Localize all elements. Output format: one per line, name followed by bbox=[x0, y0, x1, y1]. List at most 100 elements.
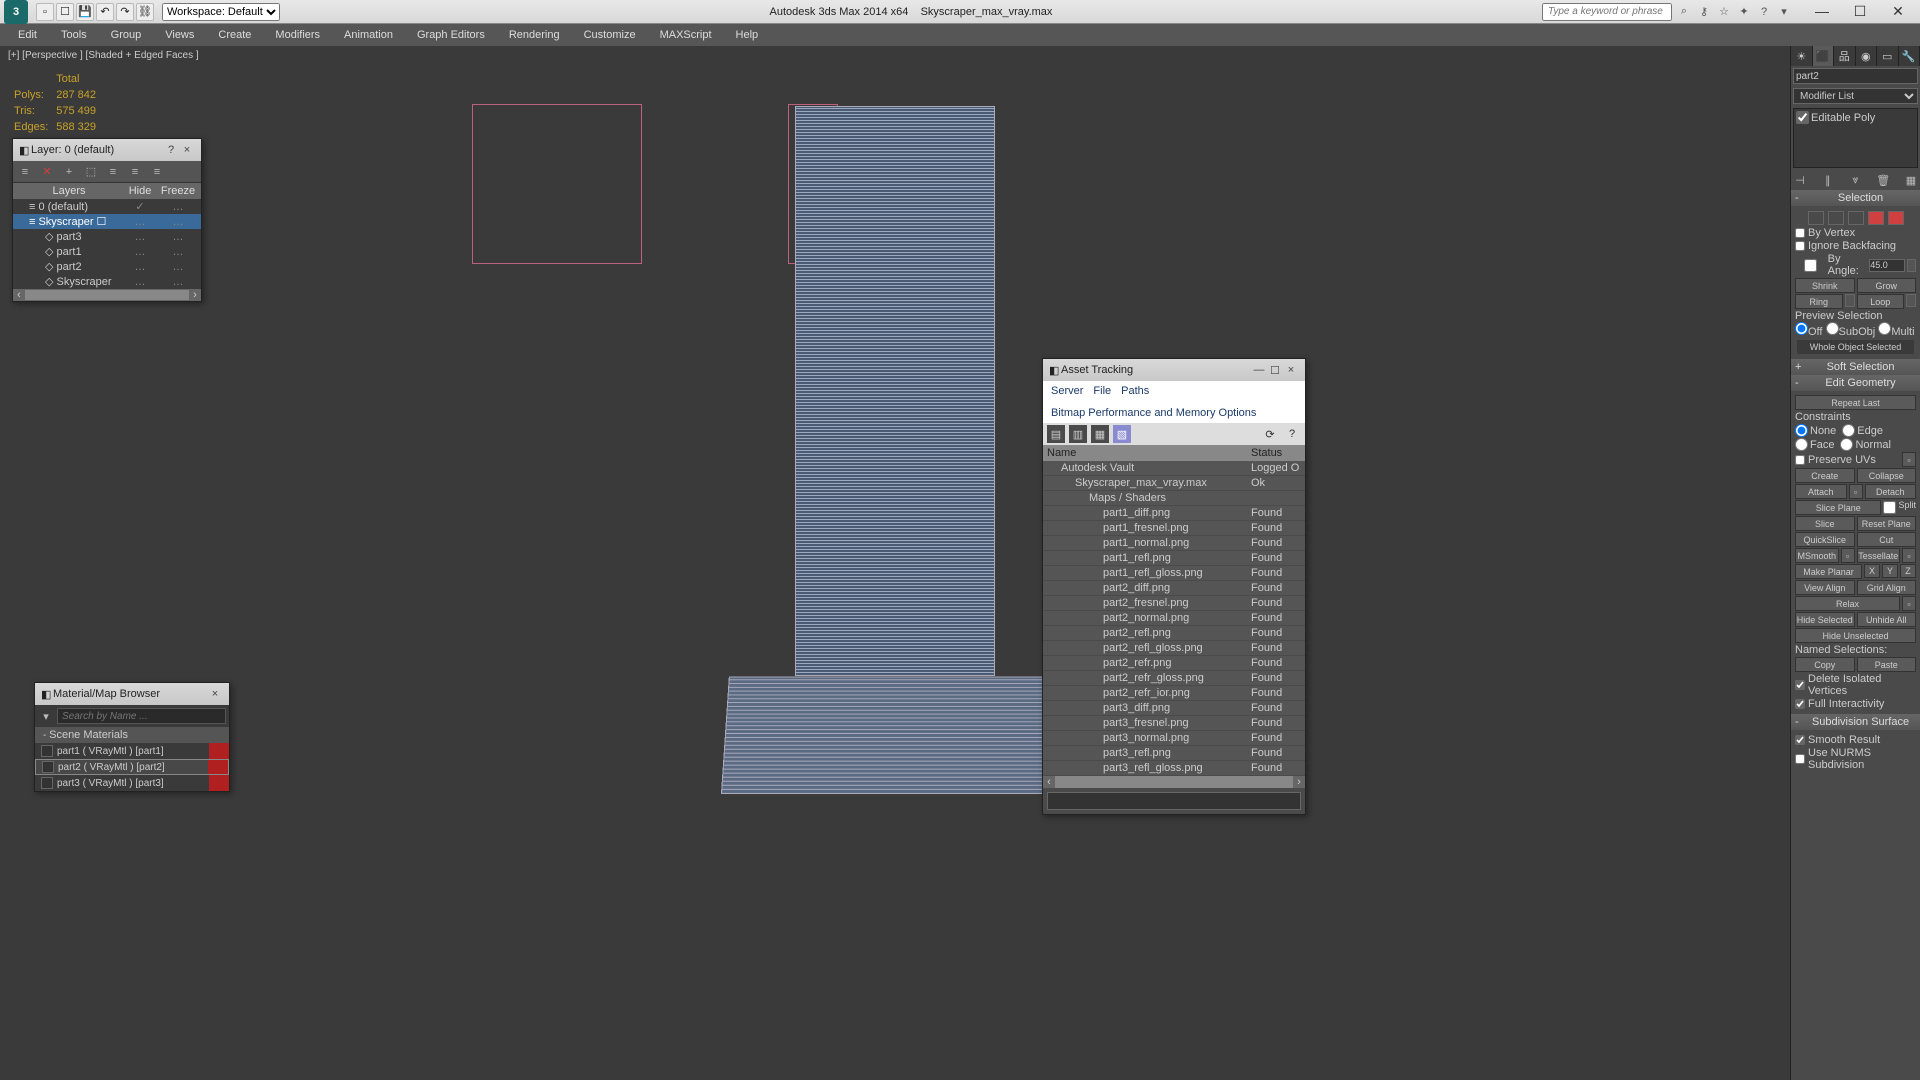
quickslice-button[interactable]: QuickSlice bbox=[1795, 532, 1855, 547]
modify-tab-icon[interactable]: ⬛ bbox=[1813, 46, 1835, 66]
asset-menu-item[interactable]: File bbox=[1093, 385, 1111, 397]
utilities-tab-icon[interactable]: 🔧 bbox=[1899, 46, 1920, 66]
skyscraper-model[interactable] bbox=[725, 106, 1065, 794]
use-nurms-check[interactable] bbox=[1795, 754, 1805, 764]
stack-item-toggle[interactable] bbox=[1796, 111, 1809, 124]
layer-row[interactable]: ≡ Skyscraper ☐…… bbox=[13, 214, 201, 229]
constraint-none-radio[interactable] bbox=[1795, 424, 1808, 437]
asset-menu-item[interactable]: Server bbox=[1051, 385, 1083, 397]
ignore-backfacing-check[interactable] bbox=[1795, 241, 1805, 251]
preview-off-radio[interactable] bbox=[1795, 322, 1808, 335]
hide-selected-button[interactable]: Hide Selected bbox=[1795, 612, 1855, 627]
material-row[interactable]: part2 ( VRayMtl ) [part2] bbox=[35, 759, 229, 775]
asset-row[interactable]: Autodesk VaultLogged O bbox=[1043, 461, 1305, 476]
asset-row[interactable]: part2_refr.pngFound bbox=[1043, 656, 1305, 671]
asset-hscroll[interactable]: ‹› bbox=[1043, 776, 1305, 788]
asset-row[interactable]: part2_refl_gloss.pngFound bbox=[1043, 641, 1305, 656]
soft-selection-rollout[interactable]: +Soft Selection bbox=[1791, 359, 1920, 375]
asset-row[interactable]: part2_diff.pngFound bbox=[1043, 581, 1305, 596]
scene-materials-header[interactable]: - Scene Materials bbox=[35, 727, 229, 743]
material-row[interactable]: part1 ( VRayMtl ) [part1] bbox=[35, 743, 229, 759]
asset-row[interactable]: part1_refl_gloss.pngFound bbox=[1043, 566, 1305, 581]
star-icon[interactable]: ☆ bbox=[1716, 4, 1732, 20]
modifier-list-select[interactable]: Modifier List bbox=[1793, 88, 1918, 104]
qat-redo-icon[interactable]: ↷ bbox=[116, 3, 134, 21]
asset-row[interactable]: part3_diff.pngFound bbox=[1043, 701, 1305, 716]
close-button[interactable]: ✕ bbox=[1888, 3, 1908, 20]
viewport[interactable]: [+] [Perspective ] [Shaded + Edged Faces… bbox=[0, 46, 1790, 1080]
asset-row[interactable]: part2_fresnel.pngFound bbox=[1043, 596, 1305, 611]
element-so-icon[interactable] bbox=[1888, 211, 1904, 225]
workspace-selector[interactable]: Workspace: Default bbox=[162, 3, 280, 21]
tessellate-settings[interactable]: ▫ bbox=[1902, 548, 1916, 563]
modifier-stack[interactable]: Editable Poly bbox=[1793, 108, 1918, 168]
asset-menu-item[interactable]: Bitmap Performance and Memory Options bbox=[1051, 407, 1256, 419]
unique-icon[interactable]: ⩔ bbox=[1849, 172, 1863, 188]
asset-path-input[interactable] bbox=[1047, 792, 1301, 810]
layer-row[interactable]: ◇ Skyscraper…… bbox=[13, 274, 201, 289]
qat-link-icon[interactable]: ⛓ bbox=[136, 3, 154, 21]
menu-help[interactable]: Help bbox=[726, 27, 769, 43]
asset-row[interactable]: Skyscraper_max_vray.maxOk bbox=[1043, 476, 1305, 491]
app-logo-icon[interactable]: 3 bbox=[4, 0, 28, 24]
layer-hide-icon[interactable]: ≡ bbox=[127, 164, 143, 180]
layer-row[interactable]: ◇ part3…… bbox=[13, 229, 201, 244]
object-name-input[interactable] bbox=[1793, 68, 1918, 84]
copy-button[interactable]: Copy bbox=[1795, 657, 1855, 672]
qat-save-icon[interactable]: 💾 bbox=[76, 3, 94, 21]
preserve-uvs-check[interactable] bbox=[1795, 455, 1805, 465]
key-icon[interactable]: ⚷ bbox=[1696, 4, 1712, 20]
asset-refresh-icon[interactable]: ⟳ bbox=[1261, 425, 1279, 443]
menu-create[interactable]: Create bbox=[208, 27, 261, 43]
layer-delete-icon[interactable]: ✕ bbox=[39, 164, 55, 180]
collapse-button[interactable]: Collapse bbox=[1857, 468, 1917, 483]
attach-list-button[interactable]: ▫ bbox=[1849, 484, 1863, 499]
material-row[interactable]: part3 ( VRayMtl ) [part3] bbox=[35, 775, 229, 791]
menu-views[interactable]: Views bbox=[155, 27, 204, 43]
tessellate-button[interactable]: Tessellate bbox=[1857, 548, 1901, 563]
preserve-uvs-settings[interactable]: ▫ bbox=[1902, 452, 1916, 467]
menu-modifiers[interactable]: Modifiers bbox=[265, 27, 330, 43]
by-angle-value[interactable] bbox=[1869, 259, 1905, 272]
smooth-result-check[interactable] bbox=[1795, 735, 1805, 745]
layer-highlight-icon[interactable]: ≡ bbox=[105, 164, 121, 180]
asset-menu-item[interactable]: Paths bbox=[1121, 385, 1149, 397]
material-search-input[interactable] bbox=[57, 708, 226, 724]
asset-row[interactable]: part1_refl.pngFound bbox=[1043, 551, 1305, 566]
constraint-face-radio[interactable] bbox=[1795, 438, 1808, 451]
make-planar-button[interactable]: Make Planar bbox=[1795, 564, 1862, 579]
minimize-button[interactable]: — bbox=[1812, 3, 1832, 20]
remove-mod-icon[interactable]: 🗑 bbox=[1876, 172, 1890, 188]
angle-spinner[interactable] bbox=[1907, 259, 1916, 272]
grid-align-button[interactable]: Grid Align bbox=[1857, 580, 1917, 595]
asset-row[interactable]: part1_diff.pngFound bbox=[1043, 506, 1305, 521]
asset-row[interactable]: part1_fresnel.pngFound bbox=[1043, 521, 1305, 536]
asset-row[interactable]: part2_normal.pngFound bbox=[1043, 611, 1305, 626]
edit-geometry-rollout[interactable]: -Edit Geometry bbox=[1791, 375, 1920, 391]
vertex-so-icon[interactable] bbox=[1808, 211, 1824, 225]
menu-animation[interactable]: Animation bbox=[334, 27, 403, 43]
menu-graph-editors[interactable]: Graph Editors bbox=[407, 27, 495, 43]
pin-stack-icon[interactable]: ⊣ bbox=[1793, 172, 1807, 188]
layers-scrollbar[interactable]: ‹› bbox=[13, 289, 201, 301]
motion-tab-icon[interactable]: ◉ bbox=[1856, 46, 1878, 66]
asset-view1-icon[interactable]: ▤ bbox=[1047, 425, 1065, 443]
qat-undo-icon[interactable]: ↶ bbox=[96, 3, 114, 21]
full-interactivity-check[interactable] bbox=[1795, 699, 1805, 709]
subdiv-rollout[interactable]: -Subdivision Surface bbox=[1791, 714, 1920, 730]
display-tab-icon[interactable]: ▭ bbox=[1877, 46, 1899, 66]
qat-new-icon[interactable]: ▫ bbox=[36, 3, 54, 21]
msmooth-settings[interactable]: ▫ bbox=[1841, 548, 1855, 563]
delete-isolated-check[interactable] bbox=[1795, 680, 1805, 690]
asset-close-button[interactable]: × bbox=[1283, 364, 1299, 376]
attach-button[interactable]: Attach bbox=[1795, 484, 1847, 499]
menu-group[interactable]: Group bbox=[101, 27, 152, 43]
viewport-label[interactable]: [+] [Perspective ] [Shaded + Edged Faces… bbox=[8, 50, 199, 61]
asset-view2-icon[interactable]: ▥ bbox=[1069, 425, 1087, 443]
asset-row[interactable]: part2_refr_gloss.pngFound bbox=[1043, 671, 1305, 686]
grow-button[interactable]: Grow bbox=[1857, 278, 1917, 293]
menu-edit[interactable]: Edit bbox=[8, 27, 47, 43]
detach-button[interactable]: Detach bbox=[1865, 484, 1917, 499]
ring-button[interactable]: Ring bbox=[1795, 294, 1843, 309]
menu-tools[interactable]: Tools bbox=[51, 27, 97, 43]
